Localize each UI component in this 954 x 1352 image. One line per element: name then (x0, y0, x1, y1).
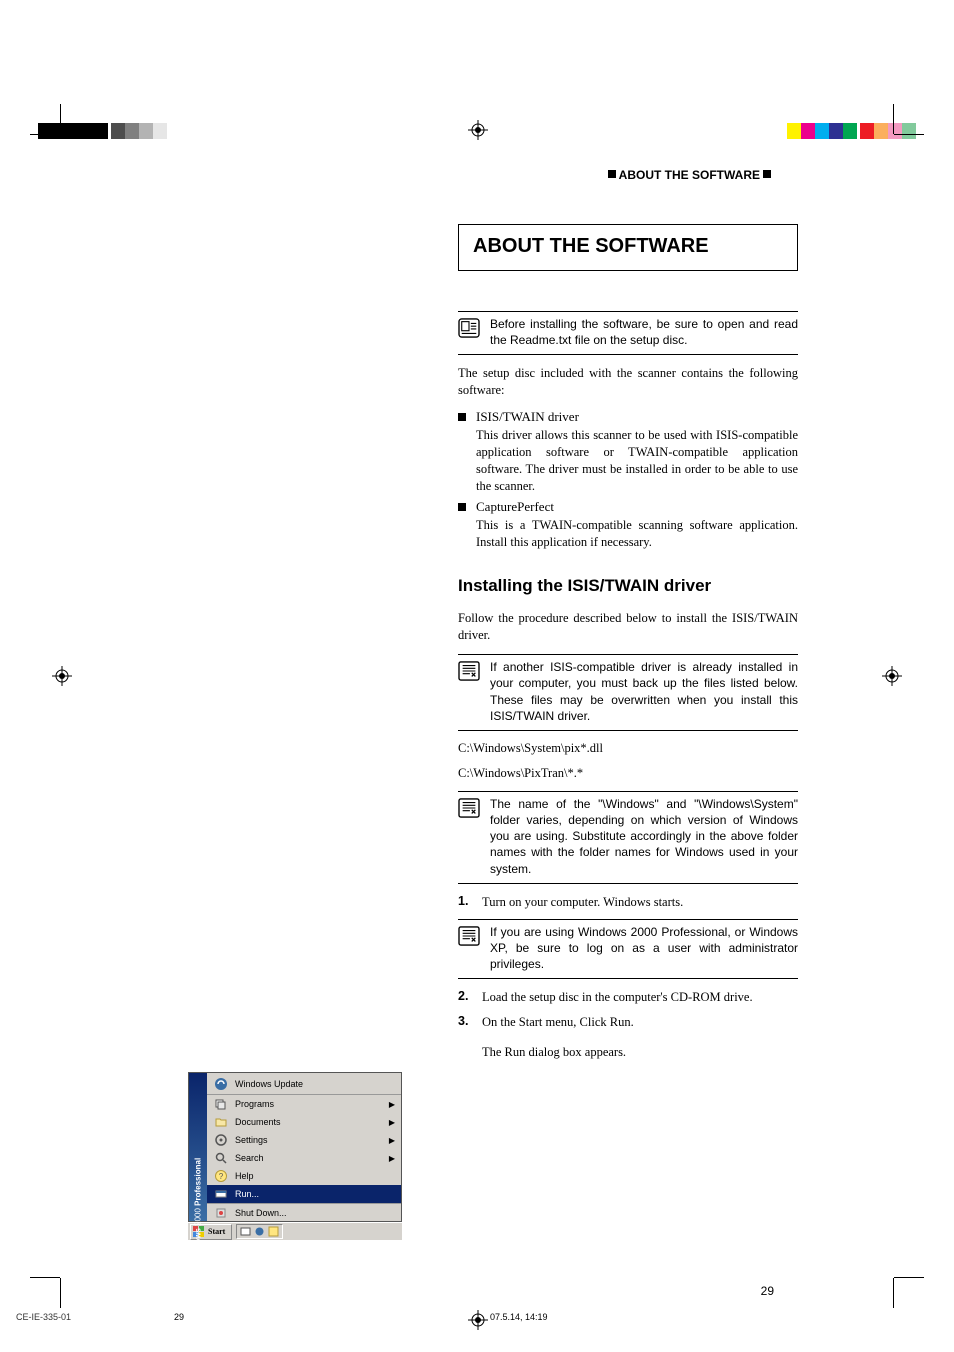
registration-mark-icon (52, 666, 72, 686)
tray-icon[interactable] (254, 1226, 265, 1237)
step-text: Turn on your computer. Windows starts. (482, 894, 798, 911)
step-1: 1. Turn on your computer. Windows starts… (458, 894, 798, 911)
file-path: C:\Windows\PixTran\*.* (458, 766, 798, 781)
help-icon: ? (213, 1168, 229, 1184)
menu-item-windows-update[interactable]: Windows Update (207, 1073, 401, 1095)
start-button-label: Start (208, 1227, 225, 1236)
bullet-title: CapturePerfect (476, 499, 798, 515)
page-content: ABOUT THE SOFTWARE ABOUT THE SOFTWARE Be… (80, 60, 874, 1292)
tray-icon[interactable] (240, 1226, 251, 1237)
menu-item-label: Search (235, 1153, 389, 1163)
menu-item-documents[interactable]: Documents ▶ (207, 1113, 401, 1131)
menu-item-run[interactable]: Run... (207, 1185, 401, 1203)
note-icon (458, 316, 480, 348)
step-2: 2. Load the setup disc in the computer's… (458, 989, 798, 1006)
bullet-captureperfect: CapturePerfect This is a TWAIN-compatibl… (458, 499, 798, 551)
note-admin-text: If you are using Windows 2000 Profession… (490, 924, 798, 973)
note-folder-text: The name of the "\Windows" and "\Windows… (490, 796, 798, 877)
memo-icon (458, 659, 480, 724)
submenu-arrow-icon: ▶ (389, 1136, 395, 1145)
start-menu-sidebar: Windows 2000 Professional (189, 1073, 207, 1221)
step-number: 1. (458, 894, 474, 911)
step-number: 3. (458, 1014, 474, 1031)
subsection-heading: Installing the ISIS/TWAIN driver (458, 576, 798, 596)
quick-launch-tray (236, 1224, 283, 1239)
menu-item-label: Programs (235, 1099, 389, 1109)
submenu-arrow-icon: ▶ (389, 1154, 395, 1163)
note-readme-text: Before installing the software, be sure … (490, 316, 798, 348)
section-title: ABOUT THE SOFTWARE (473, 235, 783, 258)
start-menu-screenshot: Windows 2000 Professional Windows Update… (188, 1072, 402, 1240)
menu-item-label: Windows Update (235, 1079, 395, 1089)
bullet-isis-twain: ISIS/TWAIN driver This driver allows thi… (458, 409, 798, 495)
run-icon (213, 1186, 229, 1202)
footer-datetime: 07.5.14, 14:19 (490, 1312, 548, 1322)
taskbar: Start (188, 1222, 402, 1240)
step-number: 2. (458, 989, 474, 1006)
menu-item-label: Help (235, 1171, 395, 1181)
registration-mark-icon (468, 1310, 488, 1330)
search-icon (213, 1150, 229, 1166)
step-text: On the Start menu, Click Run. (482, 1014, 798, 1031)
note-admin: If you are using Windows 2000 Profession… (458, 919, 798, 980)
start-menu-brand-label: Windows 2000 Professional (194, 1158, 203, 1263)
menu-item-search[interactable]: Search ▶ (207, 1149, 401, 1167)
menu-item-label: Run... (235, 1189, 395, 1199)
bullet-square-icon (458, 499, 466, 551)
bullet-title: ISIS/TWAIN driver (476, 409, 798, 425)
documents-icon (213, 1114, 229, 1130)
programs-icon (213, 1096, 229, 1112)
menu-item-label: Documents (235, 1117, 389, 1127)
menu-item-help[interactable]: ? Help (207, 1167, 401, 1185)
bullet-square-icon (458, 409, 466, 495)
step-3-result: The Run dialog box appears. (482, 1045, 798, 1060)
submenu-arrow-icon: ▶ (389, 1118, 395, 1127)
footer-sheet-number: 29 (174, 1312, 184, 1322)
menu-item-label: Shut Down... (235, 1208, 395, 1218)
start-menu: Windows 2000 Professional Windows Update… (188, 1072, 402, 1222)
tray-icon[interactable] (268, 1226, 279, 1237)
section-title-box: ABOUT THE SOFTWARE (458, 224, 798, 271)
note-backup-text: If another ISIS-compatible driver is alr… (490, 659, 798, 724)
bullet-desc: This is a TWAIN-compatible scanning soft… (476, 517, 798, 551)
running-header: ABOUT THE SOFTWARE (605, 168, 774, 182)
menu-item-shutdown[interactable]: Shut Down... (207, 1203, 401, 1221)
memo-icon (458, 924, 480, 973)
settings-icon (213, 1132, 229, 1148)
note-backup: If another ISIS-compatible driver is alr… (458, 654, 798, 731)
note-readme: Before installing the software, be sure … (458, 311, 798, 355)
menu-item-settings[interactable]: Settings ▶ (207, 1131, 401, 1149)
memo-icon (458, 796, 480, 877)
windows-update-icon (213, 1076, 229, 1092)
menu-item-label: Settings (235, 1135, 389, 1145)
svg-text:?: ? (219, 1172, 224, 1181)
shutdown-icon (213, 1205, 229, 1221)
menu-item-programs[interactable]: Programs ▶ (207, 1095, 401, 1113)
registration-mark-icon (882, 666, 902, 686)
footer-doc-id: CE-IE-335-01 (16, 1312, 71, 1322)
bullet-desc: This driver allows this scanner to be us… (476, 427, 798, 495)
running-header-text: ABOUT THE SOFTWARE (619, 168, 760, 182)
step-3: 3. On the Start menu, Click Run. (458, 1014, 798, 1031)
intro-text: The setup disc included with the scanner… (458, 365, 798, 399)
start-menu-items: Windows Update Programs ▶ Documents ▶ Se… (207, 1073, 401, 1221)
file-path: C:\Windows\System\pix*.dll (458, 741, 798, 756)
page-number: 29 (761, 1284, 774, 1298)
step-text: Load the setup disc in the computer's CD… (482, 989, 798, 1006)
install-intro-text: Follow the procedure described below to … (458, 610, 798, 644)
submenu-arrow-icon: ▶ (389, 1100, 395, 1109)
note-folder-names: The name of the "\Windows" and "\Windows… (458, 791, 798, 884)
